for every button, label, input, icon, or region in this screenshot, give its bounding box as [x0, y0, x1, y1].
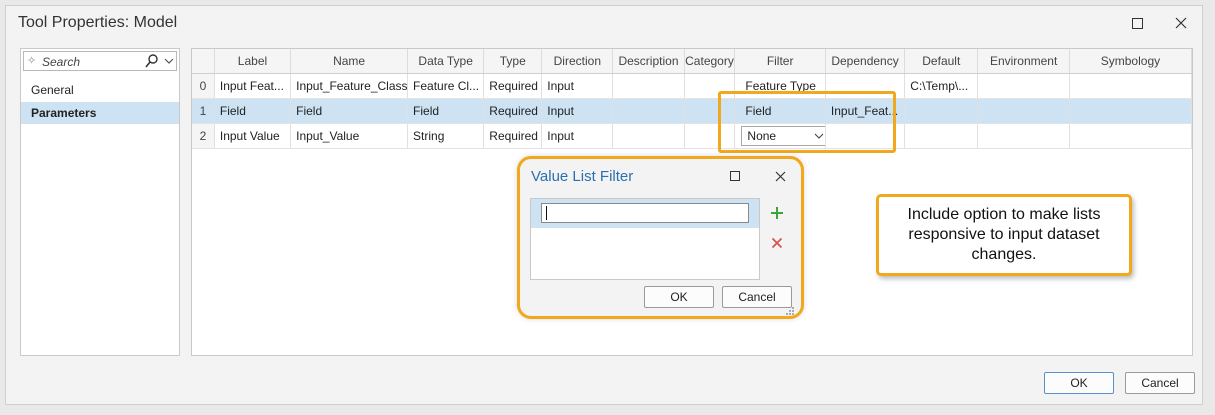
- cell-description[interactable]: [612, 73, 685, 99]
- plus-icon: [771, 207, 783, 219]
- column-header-type[interactable]: Type: [483, 49, 543, 74]
- cell-name[interactable]: Input_Feature_Class: [290, 73, 409, 99]
- cell-environment[interactable]: [977, 98, 1070, 124]
- column-header-filter[interactable]: Filter: [734, 49, 826, 74]
- ok-button[interactable]: OK: [1044, 372, 1114, 394]
- cell-label[interactable]: Input Feat...: [214, 73, 292, 99]
- chevron-down-icon[interactable]: [163, 54, 175, 68]
- cell-name[interactable]: Field: [290, 98, 409, 124]
- cell-label[interactable]: Input Value: [214, 123, 292, 149]
- cancel-button[interactable]: Cancel: [1125, 372, 1195, 394]
- cell-filter[interactable]: None: [734, 123, 826, 149]
- annotation-callout: Include option to make lists responsive …: [876, 194, 1132, 276]
- dialog-maximize-button[interactable]: [725, 166, 745, 186]
- cell-dependency[interactable]: [825, 123, 906, 149]
- resize-grip-icon[interactable]: [785, 306, 795, 316]
- value-list: [530, 198, 760, 280]
- column-header-symbology[interactable]: Symbology: [1069, 49, 1192, 74]
- maximize-icon: [730, 171, 740, 181]
- column-header-direction[interactable]: Direction: [541, 49, 614, 74]
- remove-value-button[interactable]: [768, 234, 786, 252]
- window-title: Tool Properties: Model: [18, 14, 178, 31]
- cell-symbology[interactable]: [1069, 98, 1192, 124]
- cell-dependency[interactable]: [825, 73, 906, 99]
- list-item[interactable]: [531, 199, 759, 228]
- cell-description[interactable]: [612, 123, 685, 149]
- cell-environment[interactable]: [977, 73, 1070, 99]
- sidebar-item-general[interactable]: General: [21, 79, 179, 101]
- cell-dependency[interactable]: Input_Feat...: [825, 98, 906, 124]
- maximize-icon: [1131, 17, 1143, 29]
- cell-direction[interactable]: Input: [541, 73, 614, 99]
- add-value-button[interactable]: [768, 204, 786, 222]
- cell-type[interactable]: Required: [483, 98, 543, 124]
- parameters-table: Label Name Data Type Type Direction Desc…: [192, 49, 1192, 149]
- sidebar-item-parameters[interactable]: Parameters: [21, 102, 179, 124]
- text-caret: [546, 206, 547, 220]
- cell-symbology[interactable]: [1069, 73, 1192, 99]
- dialog-close-button[interactable]: [770, 166, 790, 186]
- table-row[interactable]: 1 Field Field Field Required Input Field…: [192, 98, 1192, 124]
- cell-filter[interactable]: Field: [734, 98, 826, 124]
- cell-direction[interactable]: Input: [541, 123, 614, 149]
- column-header-default[interactable]: Default: [904, 49, 979, 74]
- value-input[interactable]: [541, 203, 749, 223]
- column-header-label[interactable]: Label: [214, 49, 292, 74]
- column-header-data-type[interactable]: Data Type: [407, 49, 485, 74]
- dialog-title: Value List Filter: [531, 168, 634, 185]
- search-icon[interactable]: [145, 53, 159, 69]
- cell-label[interactable]: Field: [214, 98, 292, 124]
- close-icon: [1175, 17, 1187, 29]
- cell-category[interactable]: [684, 123, 736, 149]
- cell-description[interactable]: [612, 98, 685, 124]
- cell-data-type[interactable]: Field: [407, 98, 485, 124]
- table-row[interactable]: 0 Input Feat... Input_Feature_Class Feat…: [192, 73, 1192, 99]
- cell-name[interactable]: Input_Value: [290, 123, 409, 149]
- cell-data-type[interactable]: Feature Cl...: [407, 73, 485, 99]
- cell-category[interactable]: [684, 98, 736, 124]
- maximize-button[interactable]: [1126, 12, 1148, 34]
- row-index: 2: [192, 123, 215, 149]
- cell-type[interactable]: Required: [483, 73, 543, 99]
- search-box[interactable]: ✧: [23, 51, 177, 71]
- sparkle-icon: ✧: [27, 55, 37, 67]
- filter-dropdown-value: None: [747, 128, 777, 143]
- column-header-index: [192, 49, 215, 74]
- cell-filter[interactable]: Feature Type: [734, 73, 826, 99]
- cell-category[interactable]: [684, 73, 736, 99]
- cell-default[interactable]: [904, 98, 979, 124]
- row-index: 1: [192, 98, 215, 124]
- row-index: 0: [192, 73, 215, 99]
- column-header-dependency[interactable]: Dependency: [825, 49, 906, 74]
- value-list-filter-dialog: Value List Filter OK Cancel: [517, 156, 804, 319]
- cell-symbology[interactable]: [1069, 123, 1192, 149]
- cell-data-type[interactable]: String: [407, 123, 485, 149]
- search-input[interactable]: [42, 54, 142, 69]
- column-header-category[interactable]: Category: [684, 49, 736, 74]
- close-icon: [775, 171, 785, 181]
- cell-default[interactable]: [904, 123, 979, 149]
- cell-direction[interactable]: Input: [541, 98, 614, 124]
- close-button[interactable]: [1170, 12, 1192, 34]
- chevron-down-icon: [815, 133, 824, 139]
- header-row: Label Name Data Type Type Direction Desc…: [192, 49, 1192, 74]
- dialog-cancel-button[interactable]: Cancel: [722, 286, 792, 308]
- cell-environment[interactable]: [977, 123, 1070, 149]
- table-row[interactable]: 2 Input Value Input_Value String Require…: [192, 123, 1192, 149]
- cell-default[interactable]: C:\Temp\...: [904, 73, 979, 99]
- sidebar: ✧ General Parameters: [20, 48, 180, 356]
- filter-dropdown[interactable]: None: [741, 125, 825, 146]
- column-header-environment[interactable]: Environment: [977, 49, 1070, 74]
- column-header-description[interactable]: Description: [612, 49, 685, 74]
- title-bar: Tool Properties: Model: [6, 6, 1202, 40]
- column-header-name[interactable]: Name: [290, 49, 409, 74]
- cell-type[interactable]: Required: [483, 123, 543, 149]
- delete-icon: [771, 237, 783, 249]
- dialog-ok-button[interactable]: OK: [644, 286, 714, 308]
